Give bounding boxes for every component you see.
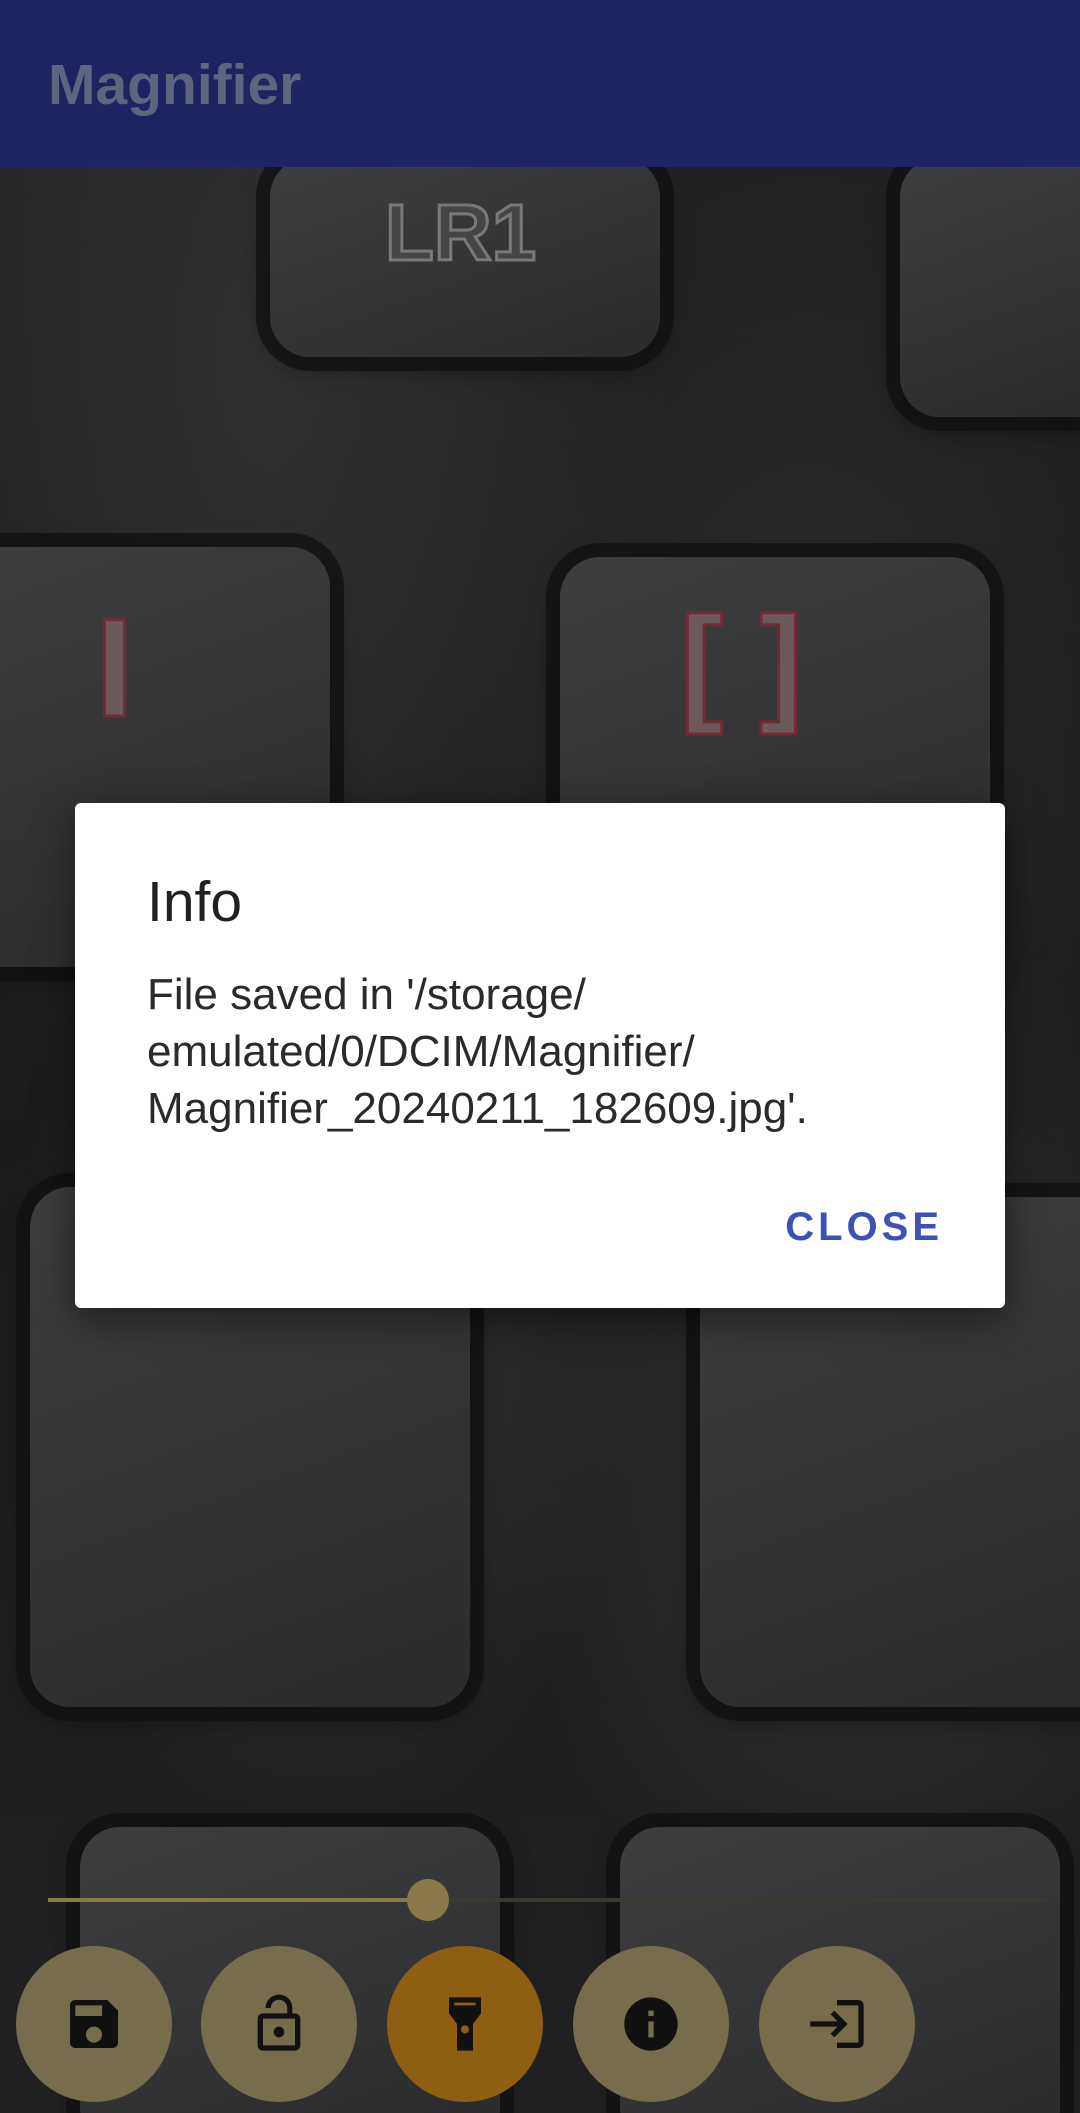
dialog-title: Info	[147, 870, 243, 934]
lock-button[interactable]	[201, 1946, 357, 2102]
zoom-slider[interactable]	[48, 1898, 1048, 1902]
exit-button[interactable]	[759, 1946, 915, 2102]
lock-open-icon	[257, 1994, 301, 2051]
info-icon	[624, 1997, 678, 2051]
save-button[interactable]	[16, 1946, 172, 2102]
app-title: Magnifier	[48, 53, 302, 117]
zoom-slider-thumb[interactable]	[407, 1879, 449, 1921]
app-bar: Magnifier	[0, 0, 1080, 167]
zoom-slider-fill	[48, 1898, 428, 1902]
save-icon	[70, 2000, 118, 2048]
info-dialog: Info File saved in '/storage/ emulated/0…	[75, 803, 1005, 1308]
exit-icon	[810, 2000, 864, 2048]
info-button[interactable]	[573, 1946, 729, 2102]
dialog-message: File saved in '/storage/ emulated/0/DCIM…	[147, 970, 808, 1133]
close-button[interactable]: CLOSE	[781, 1199, 947, 1256]
flashlight-icon	[449, 1997, 481, 2051]
flashlight-button[interactable]	[387, 1946, 543, 2102]
